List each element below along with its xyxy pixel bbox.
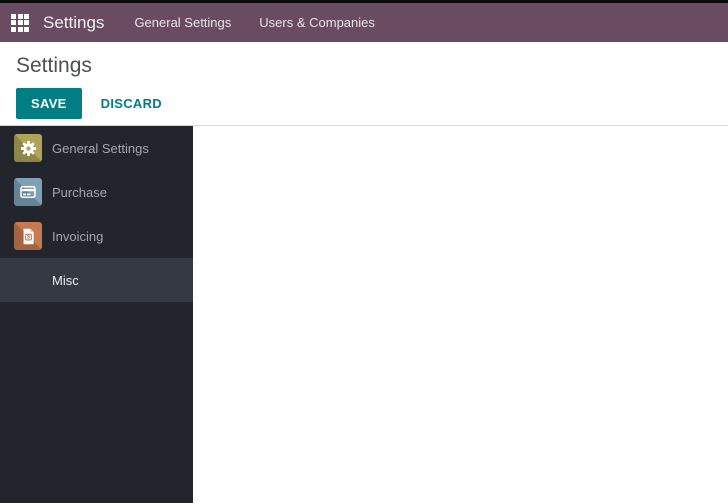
page-title: Settings	[16, 54, 92, 77]
discard-button[interactable]: DISCARD	[89, 89, 174, 118]
sidebar-item-label: Purchase	[52, 184, 107, 200]
page-body: General Settings Purchase $ Invoicing Mi…	[0, 126, 728, 503]
save-button[interactable]: SAVE	[16, 88, 82, 119]
nav-item-users-companies[interactable]: Users & Companies	[259, 15, 375, 30]
dollar-glyph: $	[27, 234, 30, 240]
gear-icon	[14, 134, 42, 162]
nav-menu: General Settings Users & Companies	[134, 15, 402, 30]
app-title[interactable]: Settings	[43, 13, 104, 33]
apps-menu-icon[interactable]	[11, 13, 29, 32]
control-panel: Settings SAVE DISCARD	[0, 42, 728, 126]
credit-card-icon	[14, 178, 42, 206]
button-row: SAVE DISCARD	[16, 88, 712, 119]
sidebar-item-invoicing[interactable]: $ Invoicing	[0, 214, 193, 258]
sidebar-item-label: Misc	[52, 272, 79, 288]
sidebar-item-label: General Settings	[52, 140, 149, 156]
sidebar-item-general-settings[interactable]: General Settings	[0, 126, 193, 170]
sidebar-item-label: Invoicing	[52, 228, 104, 244]
settings-sidebar: General Settings Purchase $ Invoicing Mi…	[0, 126, 193, 503]
sidebar-item-purchase[interactable]: Purchase	[0, 170, 193, 214]
sidebar-item-misc[interactable]: Misc	[0, 258, 193, 302]
top-navbar: Settings General Settings Users & Compan…	[0, 3, 728, 42]
invoice-document-icon: $	[14, 222, 42, 250]
main-content-pane	[193, 126, 728, 503]
nav-item-general-settings[interactable]: General Settings	[134, 15, 231, 30]
